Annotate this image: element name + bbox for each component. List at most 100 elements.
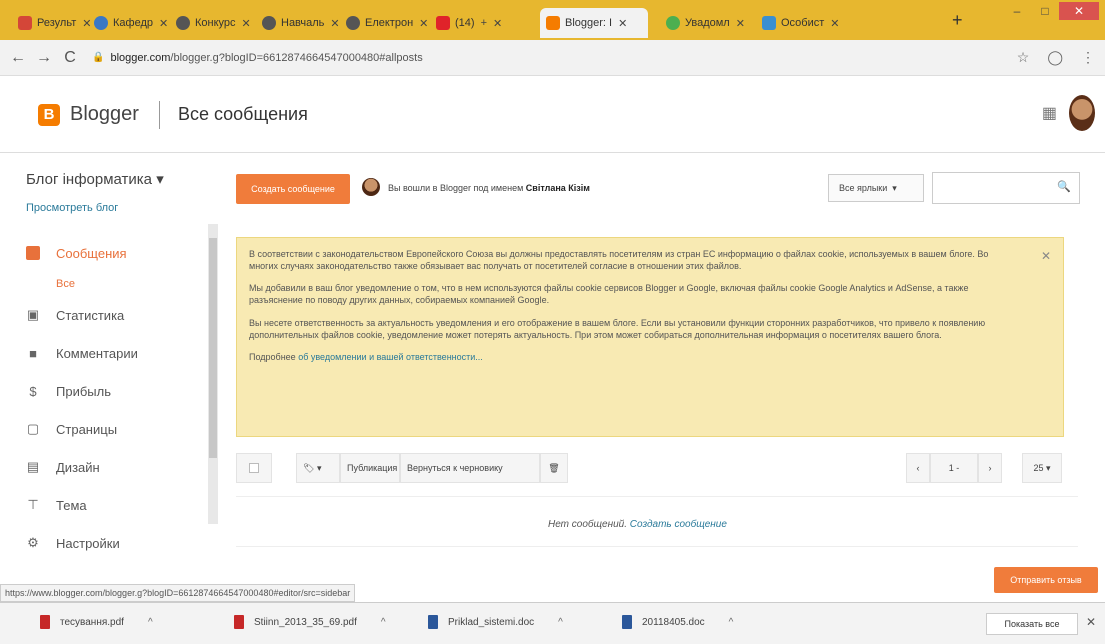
logged-in-text: Вы вошли в Blogger под именем Світлана К…: [388, 183, 590, 193]
extension-icon[interactable]: ◯: [1047, 49, 1063, 66]
page-title: Все сообщения: [177, 104, 308, 124]
stats-icon: ▣: [26, 307, 40, 322]
chevron-up-icon[interactable]: ^: [558, 617, 563, 628]
tab-close-icon[interactable]: ✕: [242, 17, 251, 30]
lock-icon: 🔒: [92, 52, 105, 63]
revert-to-draft-button[interactable]: Вернуться к черновику: [400, 453, 540, 483]
site-icon: [762, 16, 776, 30]
sidebar-item-pages[interactable]: ▢ Страницы: [26, 410, 138, 448]
minimize-button[interactable]: –: [1003, 2, 1031, 20]
tab-close-icon[interactable]: ✕: [618, 17, 627, 30]
next-page-button[interactable]: ›: [978, 453, 1002, 483]
create-post-button[interactable]: Создать сообщение: [236, 174, 350, 204]
create-post-link[interactable]: Создать сообщение: [630, 519, 727, 530]
browser-tab[interactable]: Особист ✕: [756, 8, 846, 38]
posts-toolbar: 🏷 ▾ Публикация Вернуться к черновику 🗑 ‹…: [236, 453, 1078, 483]
browser-tab[interactable]: Конкурс ✕: [170, 8, 257, 38]
tab-close-icon[interactable]: ✕: [419, 17, 428, 30]
download-item[interactable]: Priklad_sistemi.doc ^: [428, 615, 563, 629]
publish-button[interactable]: Публикация: [340, 453, 400, 483]
show-all-downloads-button[interactable]: Показать все: [986, 613, 1078, 635]
blog-selector[interactable]: Блог інформатика ▾: [26, 170, 164, 188]
chevron-up-icon[interactable]: ^: [148, 617, 153, 628]
download-item[interactable]: 20118405.doc ^: [622, 615, 733, 629]
tab-close-icon[interactable]: ✕: [330, 17, 339, 30]
browser-tab[interactable]: Навчаль ✕: [256, 8, 346, 38]
browser-tab[interactable]: Кафедр ✕: [88, 8, 174, 38]
pdf-file-icon: [234, 615, 244, 629]
tab-close-icon[interactable]: +: [481, 17, 487, 29]
prev-page-button[interactable]: ‹: [906, 453, 930, 483]
back-button[interactable]: ←: [10, 49, 26, 67]
chevron-up-icon[interactable]: ^: [381, 617, 386, 628]
app-name[interactable]: Blogger: [70, 103, 139, 126]
browser-tab-active[interactable]: Blogger: I ✕: [540, 8, 648, 38]
address-bar: ← → C 🔒 blogger.com/blogger.g?blogID=661…: [0, 40, 1105, 76]
dropdown-arrow-icon: ▾: [156, 171, 164, 188]
checkbox-box: [249, 463, 259, 473]
browser-tab[interactable]: Увадомл ✕: [660, 8, 751, 38]
notice-paragraph: Мы добавили в ваш блог уведомление о том…: [249, 283, 969, 306]
blogger-logo-icon[interactable]: B: [38, 103, 60, 126]
scrollbar-thumb[interactable]: [209, 238, 217, 458]
chevron-right-icon: ›: [988, 463, 992, 473]
sidebar: Блог інформатика ▾ Просмотреть блог Сооб…: [0, 154, 222, 584]
downloads-bar: тесування.pdf ^ Stiinn_2013_35_69.pdf ^ Pr…: [0, 602, 1105, 644]
user-avatar: [362, 178, 380, 196]
apps-grid-icon[interactable]: ▦: [1042, 103, 1057, 123]
download-item[interactable]: тесування.pdf ^: [40, 615, 153, 629]
new-tab-button[interactable]: +: [952, 10, 963, 31]
reload-button[interactable]: C: [62, 49, 78, 67]
pagination-select[interactable]: 1 -: [930, 453, 978, 483]
trash-icon: 🗑: [548, 462, 560, 473]
menu-dots-icon[interactable]: ⋮: [1081, 49, 1095, 66]
browser-tab[interactable]: (14) + ✕: [430, 8, 508, 38]
label-dropdown-button[interactable]: 🏷 ▾: [296, 453, 340, 483]
divider: [236, 546, 1078, 547]
sidebar-item-settings[interactable]: ⚙ Настройки: [26, 524, 138, 562]
account-avatar[interactable]: [1069, 95, 1095, 131]
send-feedback-button[interactable]: Отправить отзыв: [994, 567, 1098, 593]
sidebar-item-stats[interactable]: ▣ Статистика: [26, 296, 138, 334]
doc-file-icon: [622, 615, 632, 629]
search-input[interactable]: 🔍: [932, 172, 1080, 204]
notice-paragraph: В соответствии с законодательством Европ…: [249, 249, 989, 272]
forward-button[interactable]: →: [36, 49, 52, 67]
sidebar-item-layout[interactable]: ▤ Дизайн: [26, 448, 138, 486]
tab-close-icon[interactable]: ✕: [830, 17, 839, 30]
sidebar-item-theme[interactable]: ⊤ Тема: [26, 486, 138, 524]
tab-close-icon[interactable]: ✕: [493, 17, 502, 30]
chevron-up-icon[interactable]: ^: [729, 617, 734, 628]
site-icon: [666, 16, 680, 30]
close-icon[interactable]: ✕: [1041, 248, 1051, 264]
labels-dropdown[interactable]: Все ярлыки ▾: [828, 174, 924, 202]
delete-button[interactable]: 🗑: [540, 453, 568, 483]
view-blog-link[interactable]: Просмотреть блог: [26, 202, 118, 214]
tab-close-icon[interactable]: ✕: [736, 17, 745, 30]
sidebar-item-earnings[interactable]: $ Прибыль: [26, 372, 138, 410]
sidebar-item-posts[interactable]: Сообщения: [26, 234, 138, 272]
pages-icon: ▢: [26, 421, 40, 436]
youtube-icon: [436, 16, 450, 30]
sidebar-item-comments[interactable]: ■ Комментарии: [26, 334, 138, 372]
url-field[interactable]: 🔒 blogger.com/blogger.g?blogID=661287466…: [92, 52, 423, 64]
notice-more-link[interactable]: об уведомлении и вашей ответственности..…: [298, 352, 483, 362]
site-icon: [262, 16, 276, 30]
per-page-select[interactable]: 25 ▾: [1022, 453, 1062, 483]
sidebar-scrollbar[interactable]: [208, 224, 218, 524]
close-icon[interactable]: ✕: [1086, 615, 1096, 629]
bookmark-star-icon[interactable]: ☆: [1017, 49, 1030, 66]
download-item[interactable]: Stiinn_2013_35_69.pdf ^: [234, 615, 386, 629]
header-divider: [158, 100, 160, 129]
tab-close-icon[interactable]: ✕: [159, 17, 168, 30]
window-controls: – □ ✕: [1003, 2, 1099, 20]
browser-tab[interactable]: Електрон ✕: [340, 8, 434, 38]
close-window-button[interactable]: ✕: [1059, 2, 1099, 20]
gmail-icon: [18, 16, 32, 30]
sidebar-subitem-all[interactable]: Все: [56, 272, 138, 296]
maximize-button[interactable]: □: [1031, 2, 1059, 20]
select-all-checkbox[interactable]: [236, 453, 272, 483]
browser-tab[interactable]: Результ ✕: [12, 8, 97, 38]
dollar-icon: $: [29, 383, 37, 399]
blogger-icon: [546, 16, 560, 30]
